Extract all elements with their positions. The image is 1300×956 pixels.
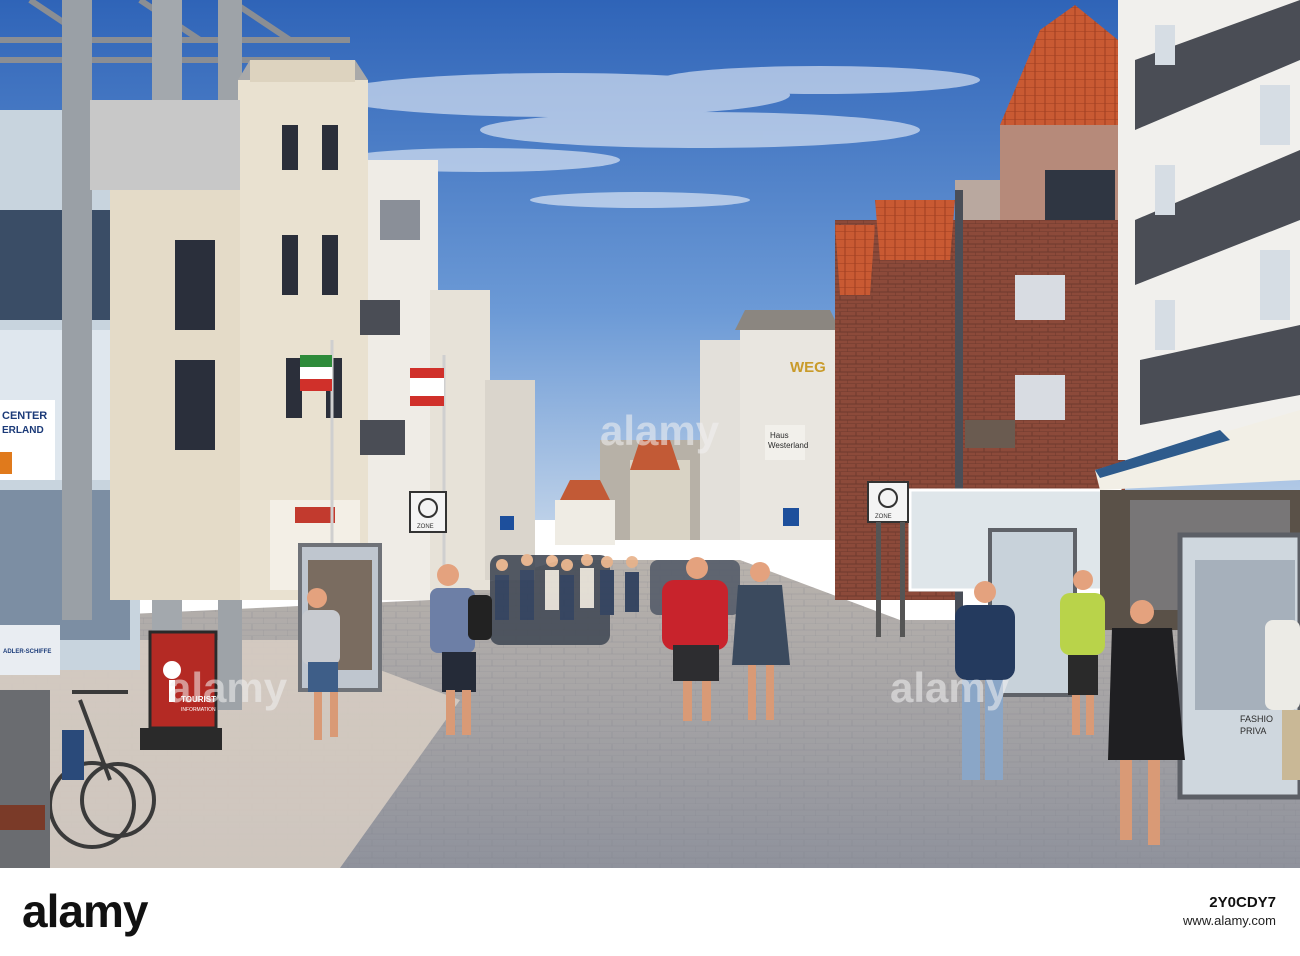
pole-1 xyxy=(62,0,92,620)
image-id: 2Y0CDY7 xyxy=(1209,894,1276,911)
street-photo: CENTER ERLAND WEG Haus Westerland FASHIO… xyxy=(0,0,1300,868)
flag-left xyxy=(300,355,332,391)
westerland-sign-line2: Westerland xyxy=(768,441,808,450)
watermark-mid-right: alamy xyxy=(890,664,1010,711)
svg-text:ZONE: ZONE xyxy=(417,524,434,530)
footer-meta: 2Y0CDY7 www.alamy.com xyxy=(1183,894,1276,930)
adler-sign-text: ADLER-SCHIFFE xyxy=(3,649,51,655)
watermark-top: alamy xyxy=(600,407,720,454)
fashion-sign: FASHIO xyxy=(1240,714,1273,724)
privat-sign: PRIVA xyxy=(1240,726,1266,736)
center-sign-line1: CENTER xyxy=(2,410,47,422)
footer-url: www.alamy.com xyxy=(1183,913,1276,928)
zone-sign-1: ZONE xyxy=(409,491,447,533)
footer-bar: alamy 2Y0CDY7 www.alamy.com xyxy=(0,868,1300,956)
zone-sign-2: ZONE xyxy=(867,481,909,523)
flag-right xyxy=(410,368,444,406)
center-sign-line2: ERLAND xyxy=(2,425,44,436)
westerland-sign-line1: Haus xyxy=(770,431,789,440)
weg-sign: WEG xyxy=(790,359,826,376)
watermark-mid-left: alamy xyxy=(168,664,288,711)
alamy-logo: alamy xyxy=(22,885,148,937)
svg-text:ZONE: ZONE xyxy=(875,514,892,520)
